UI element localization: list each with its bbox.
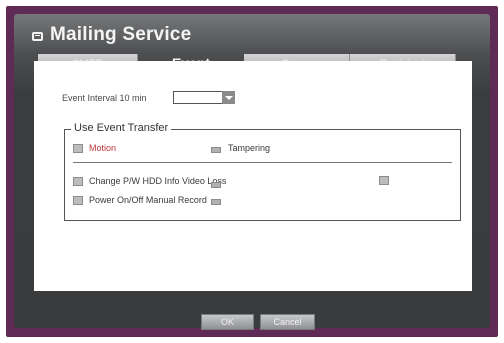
- power-label: Power On/Off Manual Record: [89, 195, 207, 205]
- tampering-checkbox[interactable]: [211, 147, 221, 153]
- use-event-transfer-legend: Use Event Transfer: [71, 122, 172, 134]
- mail-icon: [32, 32, 43, 41]
- ok-button[interactable]: OK: [201, 314, 254, 330]
- event-interval-label: Event Interval 10 min: [62, 93, 147, 103]
- event-panel: Event Interval 10 min Use Event Transfer…: [34, 61, 472, 291]
- power-checkbox[interactable]: [73, 196, 83, 205]
- use-event-transfer-group: Use Event Transfer Motion Tampering Chan…: [64, 122, 461, 221]
- motion-checkbox[interactable]: [73, 144, 83, 153]
- event-interval-select[interactable]: [173, 91, 235, 104]
- video-loss-checkbox[interactable]: [379, 176, 389, 185]
- cancel-button[interactable]: Cancel: [260, 314, 315, 330]
- tampering-label: Tampering: [228, 143, 271, 153]
- manual-record-checkbox[interactable]: [211, 199, 221, 205]
- change-pw-checkbox[interactable]: [73, 177, 83, 186]
- dialog-title: Mailing Service: [50, 24, 192, 45]
- hdd-info-checkbox[interactable]: [211, 182, 221, 188]
- chevron-down-icon[interactable]: [222, 91, 235, 104]
- motion-label: Motion: [89, 143, 117, 153]
- group-divider: [73, 162, 452, 163]
- change-pw-label: Change P/W HDD Info Video Loss: [89, 176, 227, 186]
